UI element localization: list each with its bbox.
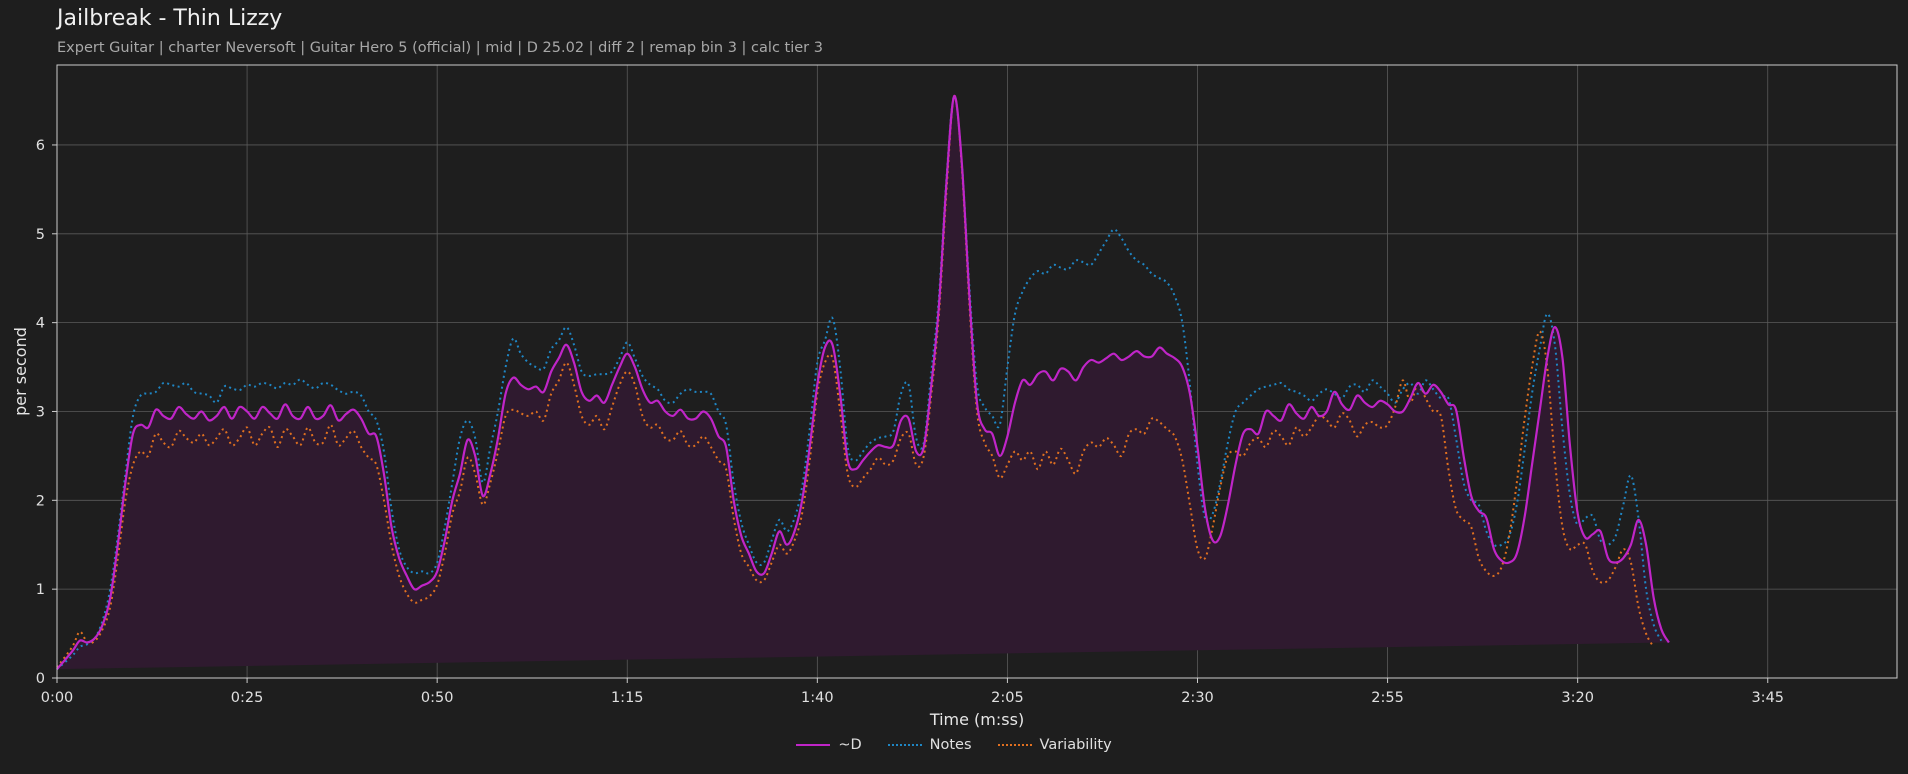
- y-tick-label: 1: [36, 582, 45, 598]
- legend-item-notes: Notes: [887, 737, 972, 753]
- y-axis-label: per second: [11, 327, 30, 416]
- x-axis-label: Time (m:ss): [929, 710, 1024, 729]
- y-tick-label: 3: [36, 404, 45, 420]
- legend-swatch-d: [796, 744, 831, 746]
- y-tick-label: 0: [36, 671, 45, 687]
- x-tick-label: 0:00: [41, 690, 74, 706]
- x-tick-label: 0:25: [231, 690, 264, 706]
- y-tick-label: 5: [36, 227, 45, 243]
- x-tick-label: 0:50: [421, 690, 454, 706]
- legend-label-notes: Notes: [929, 737, 972, 753]
- d-area-fill: [57, 95, 1669, 670]
- x-tick-label: 2:30: [1181, 690, 1214, 706]
- legend-swatch-notes: [887, 744, 922, 746]
- legend-item-d: ~D: [796, 737, 862, 753]
- legend-label-d: ~D: [838, 737, 862, 753]
- x-tick-label: 3:45: [1751, 690, 1784, 706]
- line-chart: 0:00 0:25 0:50 1:15 1:40 2:05 2:30 2:55 3:20 3:45…: [11, 64, 1898, 729]
- y-axis-ticks: 0 1 2 3 4 5 6: [36, 138, 57, 687]
- x-tick-label: 2:55: [1371, 690, 1404, 706]
- x-tick-label: 1:40: [801, 690, 834, 706]
- y-tick-label: 4: [36, 316, 45, 332]
- legend-label-variability: Variability: [1039, 737, 1112, 753]
- x-tick-label: 2:05: [991, 690, 1024, 706]
- x-tick-label: 1:15: [611, 690, 644, 706]
- legend: ~D Notes Variability: [0, 737, 1908, 753]
- x-tick-label: 3:20: [1561, 690, 1594, 706]
- y-tick-label: 6: [36, 138, 45, 154]
- legend-swatch-variability: [997, 744, 1032, 746]
- x-axis-ticks: 0:00 0:25 0:50 1:15 1:40 2:05 2:30 2:55 3:20 3:45: [41, 678, 1784, 706]
- y-tick-label: 2: [36, 493, 45, 509]
- legend-item-variability: Variability: [997, 737, 1112, 753]
